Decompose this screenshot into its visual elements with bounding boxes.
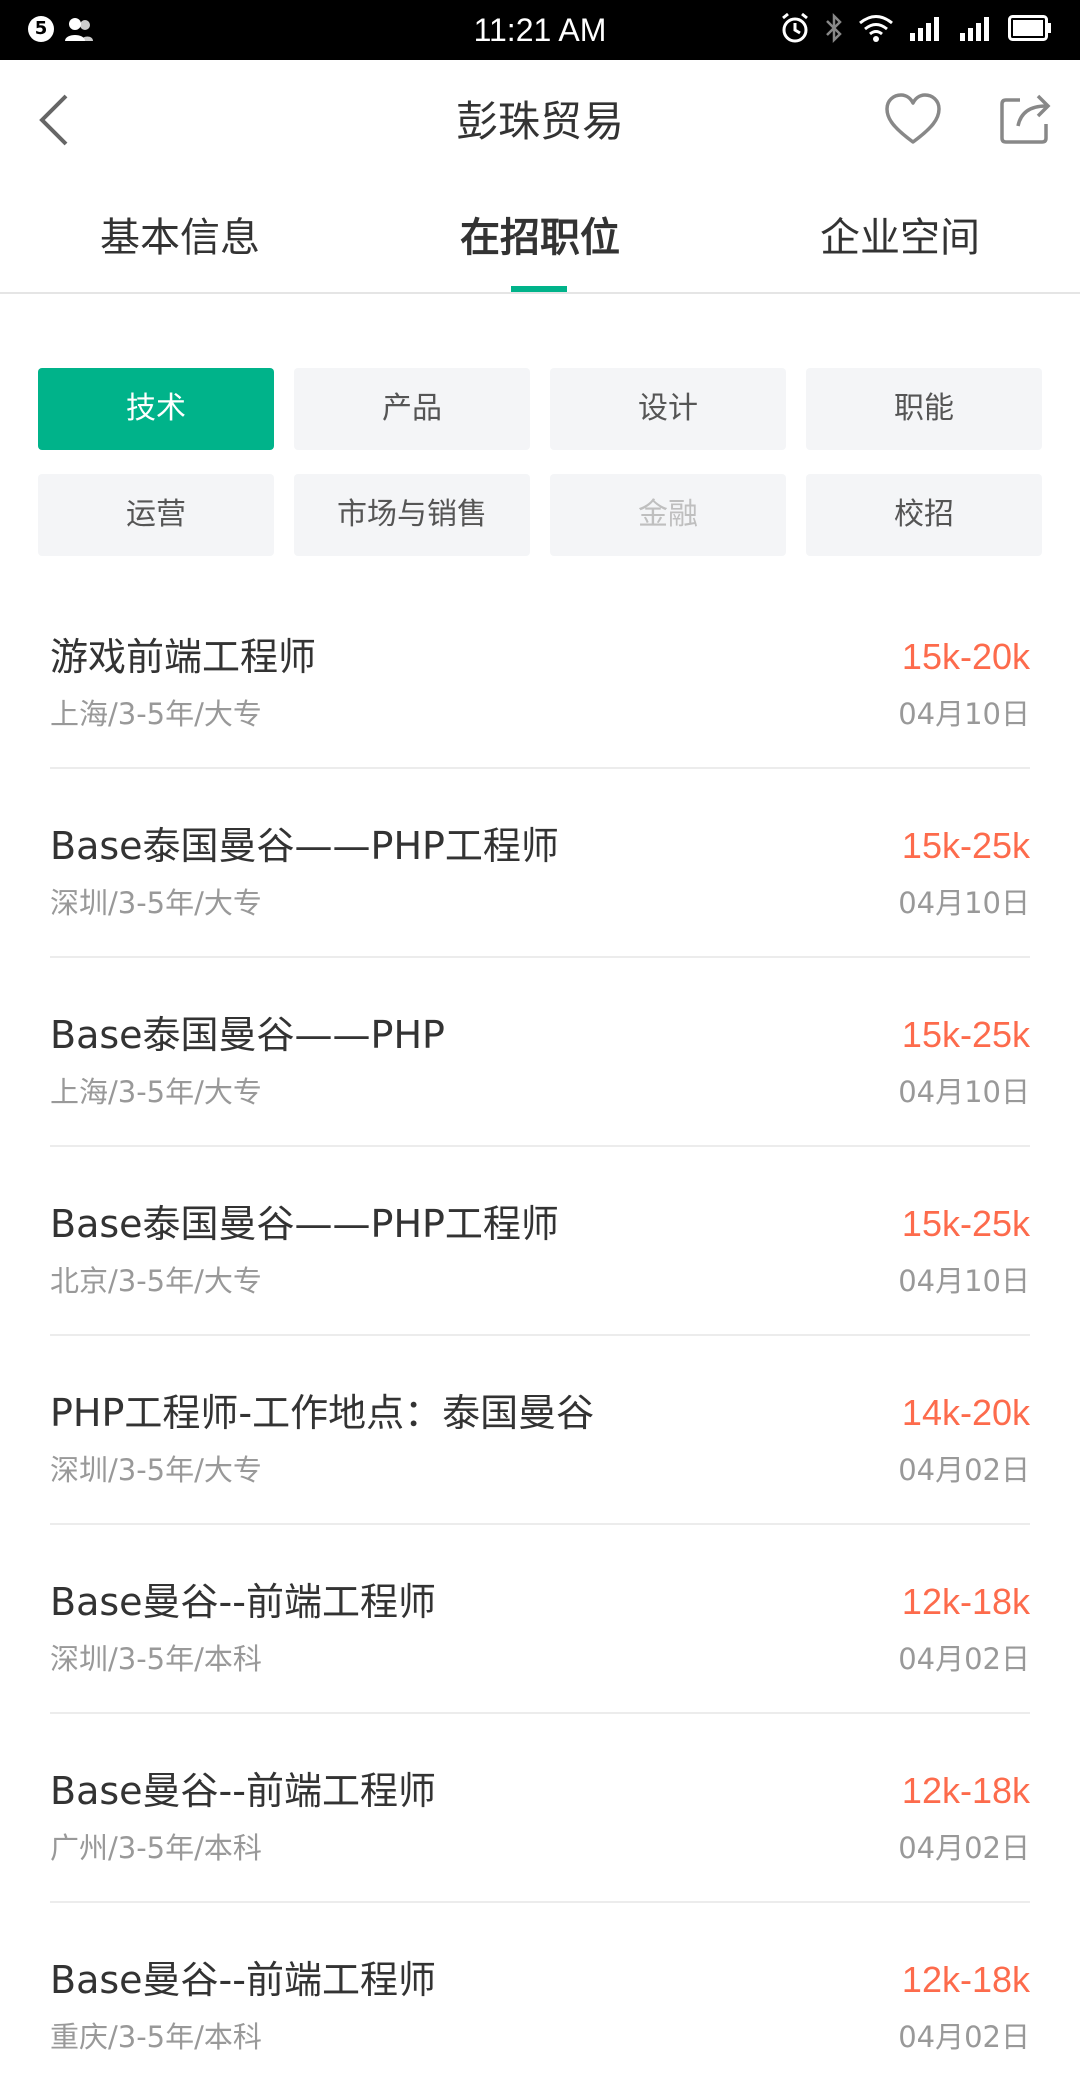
job-title: Base曼谷--前端工程师 — [50, 1958, 436, 2002]
job-salary: 12k-18k — [901, 1770, 1030, 1811]
signal-icon — [910, 17, 939, 41]
category-chip-product[interactable]: 产品 — [294, 368, 530, 450]
job-date: 04月10日 — [898, 1264, 1030, 1298]
job-salary: 14k-20k — [901, 1392, 1030, 1433]
job-title: 游戏前端工程师 — [50, 635, 317, 679]
job-date: 04月10日 — [898, 1075, 1030, 1109]
status-bar: 5 11:21 AM — [0, 0, 1080, 60]
job-list-item[interactable]: Base曼谷--前端工程师 深圳/3-5年/本科 12k-18k 04月02日 — [50, 1525, 1030, 1714]
job-meta: 重庆/3-5年/本科 — [50, 2020, 262, 2054]
job-salary: 15k-25k — [901, 825, 1030, 866]
heart-icon[interactable] — [884, 92, 942, 148]
job-meta: 上海/3-5年/大专 — [50, 1075, 262, 1109]
battery-icon — [1008, 15, 1051, 41]
alarm-icon — [782, 12, 808, 43]
job-title: Base曼谷--前端工程师 — [50, 1769, 436, 1813]
category-chip-function[interactable]: 职能 — [806, 368, 1042, 450]
share-icon[interactable] — [998, 90, 1054, 146]
job-salary: 15k-25k — [901, 1014, 1030, 1055]
job-date: 04月10日 — [898, 886, 1030, 920]
wifi-icon — [859, 15, 893, 42]
job-date: 04月02日 — [898, 2020, 1030, 2054]
job-list-item[interactable]: Base曼谷--前端工程师 重庆/3-5年/本科 12k-18k 04月02日 — [50, 1903, 1030, 2090]
category-chip-design[interactable]: 设计 — [550, 368, 786, 450]
job-title: Base泰国曼谷——PHP — [50, 1013, 445, 1057]
job-title: Base曼谷--前端工程师 — [50, 1580, 436, 1624]
category-chip-finance: 金融 — [550, 474, 786, 556]
category-chip-tech[interactable]: 技术 — [38, 368, 274, 450]
job-meta: 深圳/3-5年/大专 — [50, 1453, 262, 1487]
job-meta: 广州/3-5年/本科 — [50, 1831, 262, 1865]
navigation-bar: 彭珠贸易 — [0, 60, 1080, 180]
tab-active-indicator — [511, 286, 567, 292]
tab-open-positions[interactable]: 在招职位 — [400, 208, 680, 268]
tab-bar: 基本信息 在招职位 企业空间 — [0, 180, 1080, 294]
job-list-item[interactable]: Base曼谷--前端工程师 广州/3-5年/本科 12k-18k 04月02日 — [50, 1714, 1030, 1903]
job-salary: 12k-18k — [901, 1959, 1030, 2000]
job-list: 游戏前端工程师 上海/3-5年/大专 15k-20k 04月10日 Base泰国… — [50, 580, 1030, 2090]
job-meta: 北京/3-5年/大专 — [50, 1264, 262, 1298]
tab-company-space[interactable]: 企业空间 — [760, 208, 1040, 268]
job-title: Base泰国曼谷——PHP工程师 — [50, 1202, 559, 1246]
job-list-item[interactable]: 游戏前端工程师 上海/3-5年/大专 15k-20k 04月10日 — [50, 580, 1030, 769]
job-date: 04月02日 — [898, 1642, 1030, 1676]
job-date: 04月02日 — [898, 1453, 1030, 1487]
job-title: Base泰国曼谷——PHP工程师 — [50, 824, 559, 868]
category-chip-operations[interactable]: 运营 — [38, 474, 274, 556]
job-salary: 15k-25k — [901, 1203, 1030, 1244]
status-right — [780, 12, 1052, 44]
job-list-item[interactable]: Base泰国曼谷——PHP工程师 北京/3-5年/大专 15k-25k 04月1… — [50, 1147, 1030, 1336]
job-list-item[interactable]: Base泰国曼谷——PHP工程师 深圳/3-5年/大专 15k-25k 04月1… — [50, 769, 1030, 958]
job-title: PHP工程师-工作地点：泰国曼谷 — [50, 1391, 595, 1435]
job-list-item[interactable]: PHP工程师-工作地点：泰国曼谷 深圳/3-5年/大专 14k-20k 04月0… — [50, 1336, 1030, 1525]
bluetooth-icon — [826, 12, 842, 44]
job-date: 04月02日 — [898, 1831, 1030, 1865]
job-salary: 15k-20k — [901, 636, 1030, 677]
job-list-item[interactable]: Base泰国曼谷——PHP 上海/3-5年/大专 15k-25k 04月10日 — [50, 958, 1030, 1147]
category-chip-marketing-sales[interactable]: 市场与销售 — [294, 474, 530, 556]
job-salary: 12k-18k — [901, 1581, 1030, 1622]
category-chip-campus[interactable]: 校招 — [806, 474, 1042, 556]
job-meta: 深圳/3-5年/大专 — [50, 886, 262, 920]
job-date: 04月10日 — [898, 697, 1030, 731]
job-meta: 深圳/3-5年/本科 — [50, 1642, 262, 1676]
signal-2-icon — [960, 17, 989, 41]
job-meta: 上海/3-5年/大专 — [50, 697, 262, 731]
tab-basic-info[interactable]: 基本信息 — [40, 208, 320, 268]
